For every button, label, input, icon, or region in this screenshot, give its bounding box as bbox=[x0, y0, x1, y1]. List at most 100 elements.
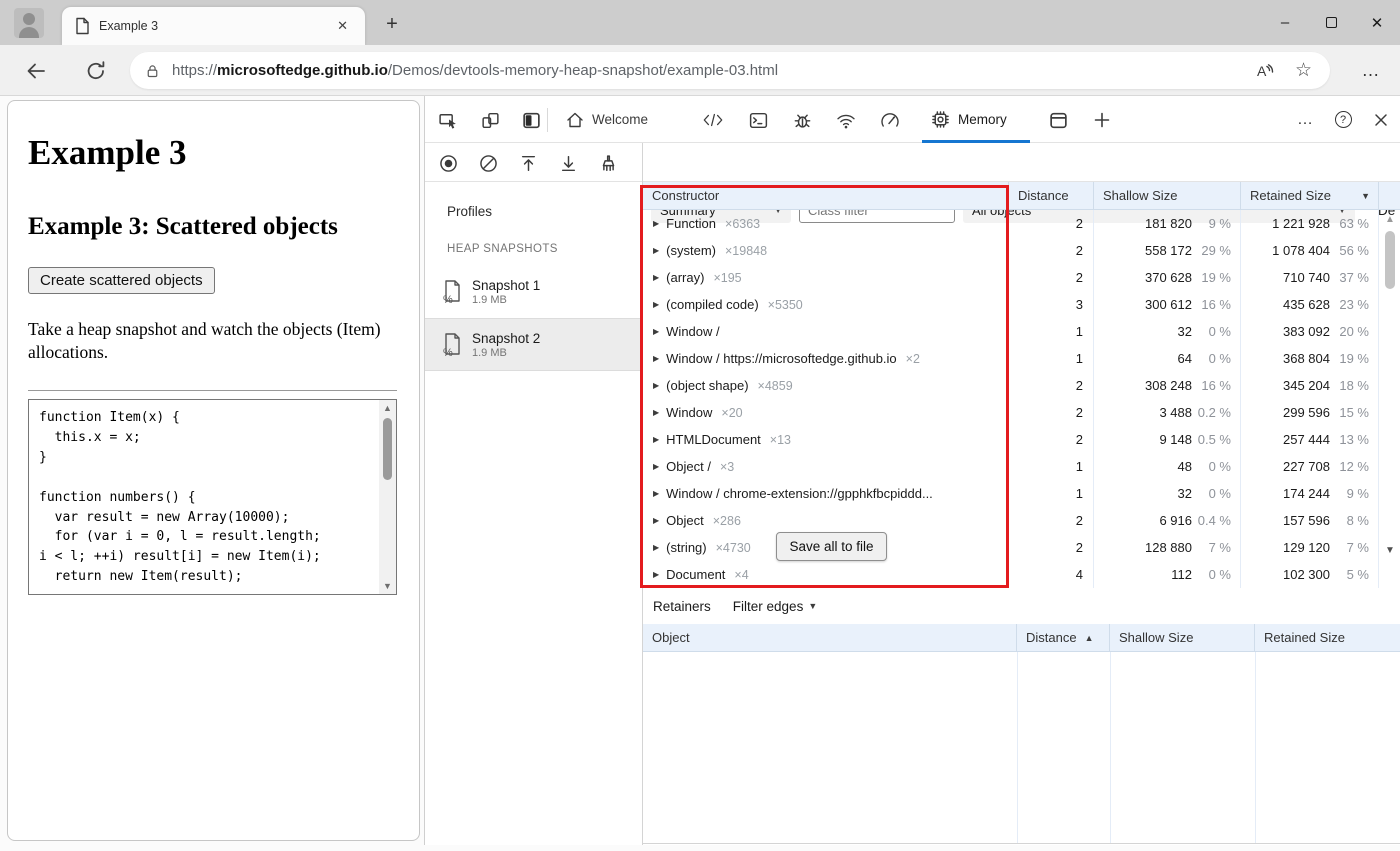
constructor-cell[interactable]: ▶(compiled code)×5350 bbox=[643, 291, 1009, 318]
constructor-cell[interactable]: ▶Window / https://microsoftedge.github.i… bbox=[643, 345, 1009, 372]
clean-garbage-icon[interactable] bbox=[597, 152, 619, 174]
debugger-icon[interactable] bbox=[791, 109, 813, 131]
snapshot-item[interactable]: %Snapshot 21.9 MB bbox=[425, 318, 642, 371]
column-header-shallow-size[interactable]: Shallow Size bbox=[1094, 182, 1241, 209]
url-bar[interactable]: https://microsoftedge.github.io/Demos/de… bbox=[130, 52, 1330, 89]
dock-side-icon[interactable] bbox=[520, 109, 542, 131]
table-row[interactable]: ▶Function×63632181 8209 %1 221 92863 % bbox=[643, 210, 1400, 237]
constructor-cell[interactable]: ▶(object shape)×4859 bbox=[643, 372, 1009, 399]
disclosure-triangle-icon[interactable]: ▶ bbox=[653, 435, 659, 444]
back-button[interactable] bbox=[24, 59, 48, 83]
filter-edges-dropdown[interactable]: Filter edges ▼ bbox=[733, 599, 817, 614]
read-aloud-icon[interactable]: A bbox=[1255, 61, 1277, 81]
column-header-constructor[interactable]: Constructor bbox=[643, 182, 1009, 209]
devtools-more-options-icon[interactable]: … bbox=[1286, 105, 1324, 135]
tab-welcome[interactable]: Welcome bbox=[565, 96, 661, 143]
layout-panel-icon[interactable] bbox=[1047, 109, 1069, 131]
new-tab-button[interactable]: + bbox=[378, 10, 406, 38]
disclosure-triangle-icon[interactable]: ▶ bbox=[653, 327, 659, 336]
constructor-cell[interactable]: ▶Document×4 bbox=[643, 561, 1009, 588]
column-header-retained-size[interactable]: Retained Size▼ bbox=[1241, 182, 1379, 209]
profile-button[interactable] bbox=[0, 0, 58, 45]
constructor-cell[interactable]: ▶HTMLDocument×13 bbox=[643, 426, 1009, 453]
constructor-cell[interactable]: ▶Window / bbox=[643, 318, 1009, 345]
add-panel-icon[interactable] bbox=[1091, 109, 1113, 131]
refresh-button[interactable] bbox=[84, 59, 108, 83]
column-header-retained-size[interactable]: Retained Size bbox=[1255, 624, 1400, 651]
browser-tab[interactable]: Example 3 ✕ bbox=[62, 7, 365, 45]
scroll-up-icon[interactable]: ▲ bbox=[383, 400, 392, 416]
disclosure-triangle-icon[interactable]: ▶ bbox=[653, 219, 659, 228]
shallow-size-cell: 9 1480.5 % bbox=[1094, 426, 1241, 453]
table-row[interactable]: ▶Object×28626 9160.4 %157 5968 % bbox=[643, 507, 1400, 534]
scrollbar-thumb[interactable] bbox=[383, 418, 392, 480]
disclosure-triangle-icon[interactable]: ▶ bbox=[653, 246, 659, 255]
devtools-close-icon[interactable] bbox=[1362, 105, 1400, 135]
browser-more-menu[interactable]: … bbox=[1356, 55, 1386, 85]
tab-memory[interactable]: Memory bbox=[922, 96, 1030, 143]
maximize-button[interactable] bbox=[1308, 0, 1354, 45]
device-emulation-icon[interactable] bbox=[479, 109, 501, 131]
inspect-icon[interactable] bbox=[437, 109, 459, 131]
shallow-size-value: 32 bbox=[1094, 324, 1192, 339]
performance-icon[interactable] bbox=[879, 109, 901, 131]
constructor-cell[interactable]: ▶Window / chrome-extension://gpphkfbcpid… bbox=[643, 480, 1009, 507]
disclosure-triangle-icon[interactable]: ▶ bbox=[653, 489, 659, 498]
scrollbar-thumb[interactable] bbox=[1385, 231, 1395, 289]
disclosure-triangle-icon[interactable]: ▶ bbox=[653, 408, 659, 417]
devtools-help-icon[interactable]: ? bbox=[1324, 105, 1362, 135]
constructor-cell[interactable]: ▶Function×6363 bbox=[643, 210, 1009, 237]
table-row[interactable]: ▶Window / chrome-extension://gpphkfbcpid… bbox=[643, 480, 1400, 507]
table-row[interactable]: ▶Object /×31480 %227 70812 % bbox=[643, 453, 1400, 480]
tab-close-icon[interactable]: ✕ bbox=[332, 16, 353, 36]
table-row[interactable]: ▶Window / https://microsoftedge.github.i… bbox=[643, 345, 1400, 372]
column-header-shallow-size[interactable]: Shallow Size bbox=[1110, 624, 1255, 651]
save-profile-icon[interactable] bbox=[557, 152, 579, 174]
constructor-cell[interactable]: ▶(system)×19848 bbox=[643, 237, 1009, 264]
clear-profiles-icon[interactable] bbox=[477, 152, 499, 174]
create-scattered-objects-button[interactable]: Create scattered objects bbox=[28, 267, 215, 294]
console-icon[interactable] bbox=[747, 109, 769, 131]
save-all-to-file-button[interactable]: Save all to file bbox=[776, 532, 887, 561]
retained-size-percent: 12 % bbox=[1330, 459, 1378, 474]
table-row[interactable]: ▶(compiled code)×53503300 61216 %435 628… bbox=[643, 291, 1400, 318]
disclosure-triangle-icon[interactable]: ▶ bbox=[653, 381, 659, 390]
record-heap-snapshot-icon[interactable] bbox=[437, 152, 459, 174]
scroll-down-icon[interactable]: ▼ bbox=[383, 578, 392, 594]
constructor-cell[interactable]: ▶(array)×195 bbox=[643, 264, 1009, 291]
load-profile-icon[interactable] bbox=[517, 152, 539, 174]
disclosure-triangle-icon[interactable]: ▶ bbox=[653, 273, 659, 282]
table-row[interactable]: ▶Document×441120 %102 3005 % bbox=[643, 561, 1400, 588]
table-row[interactable]: ▶(system)×198482558 17229 %1 078 40456 % bbox=[643, 237, 1400, 264]
constructor-cell[interactable]: ▶Window×20 bbox=[643, 399, 1009, 426]
grid-scrollbar[interactable]: ▲ ▼ bbox=[1379, 210, 1400, 560]
scroll-up-icon[interactable]: ▲ bbox=[1385, 210, 1395, 225]
table-row[interactable]: ▶(array)×1952370 62819 %710 74037 % bbox=[643, 264, 1400, 291]
constructor-name: (object shape) bbox=[666, 378, 748, 393]
constructor-cell[interactable]: ▶Object×286 bbox=[643, 507, 1009, 534]
column-header-distance[interactable]: Distance▲ bbox=[1017, 624, 1110, 651]
table-row[interactable]: ▶HTMLDocument×1329 1480.5 %257 44413 % bbox=[643, 426, 1400, 453]
disclosure-triangle-icon[interactable]: ▶ bbox=[653, 300, 659, 309]
close-window-button[interactable]: ✕ bbox=[1354, 0, 1400, 45]
table-row[interactable]: ▶(object shape)×48592308 24816 %345 2041… bbox=[643, 372, 1400, 399]
snapshot-item[interactable]: %Snapshot 11.9 MB bbox=[425, 265, 642, 318]
constructor-cell[interactable]: ▶Object /×3 bbox=[643, 453, 1009, 480]
scroll-down-icon[interactable]: ▼ bbox=[1385, 545, 1395, 556]
network-icon[interactable] bbox=[835, 109, 857, 131]
table-row[interactable]: ▶(string)×47302128 8807 %129 1207 % bbox=[643, 534, 1400, 561]
table-row[interactable]: ▶Window×2023 4880.2 %299 59615 % bbox=[643, 399, 1400, 426]
code-scrollbar[interactable]: ▲ ▼ bbox=[379, 400, 396, 594]
disclosure-triangle-icon[interactable]: ▶ bbox=[653, 354, 659, 363]
minimize-button[interactable]: – bbox=[1262, 0, 1308, 45]
table-row[interactable]: ▶Window /1320 %383 09220 % bbox=[643, 318, 1400, 345]
disclosure-triangle-icon[interactable]: ▶ bbox=[653, 516, 659, 525]
disclosure-triangle-icon[interactable]: ▶ bbox=[653, 570, 659, 579]
disclosure-triangle-icon[interactable]: ▶ bbox=[653, 462, 659, 471]
disclosure-triangle-icon[interactable]: ▶ bbox=[653, 543, 659, 552]
elements-icon[interactable] bbox=[702, 109, 724, 131]
column-header-object[interactable]: Object bbox=[643, 624, 1017, 651]
favorites-star-icon[interactable]: ☆ bbox=[1295, 61, 1312, 80]
column-header-distance[interactable]: Distance bbox=[1009, 182, 1094, 209]
code-textarea[interactable]: function Item(x) { this.x = x; } functio… bbox=[28, 399, 397, 595]
